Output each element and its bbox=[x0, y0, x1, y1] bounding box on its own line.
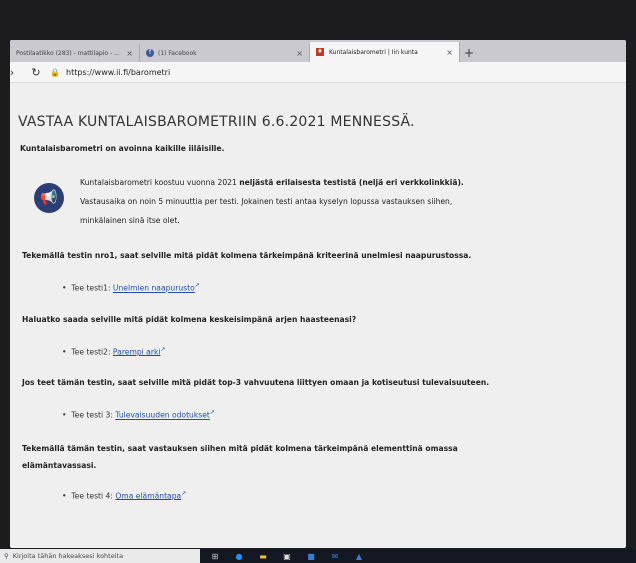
test1-prefix: Tee testi1: bbox=[71, 283, 113, 293]
app-icon[interactable]: ■ bbox=[302, 552, 320, 561]
external-link-icon: ↗ bbox=[160, 345, 166, 353]
search-placeholder: Kirjoita tähän hakeaksesi kohteita bbox=[12, 552, 124, 560]
test3-link[interactable]: Tulevaisuuden odotukset bbox=[115, 411, 210, 420]
info-box: 📢 Kuntalaisbarometri koostuu vuonna 2021… bbox=[18, 173, 603, 225]
question-3: Jos teet tämän testin, saat selville mit… bbox=[22, 378, 490, 388]
question-2: Haluatko saada selville mitä pidät kolme… bbox=[22, 314, 357, 324]
question-1: Tekemällä testin nro1, saat selville mit… bbox=[22, 251, 472, 260]
test2-link[interactable]: Parempi arki bbox=[113, 347, 161, 356]
test3-prefix: Tee testi 3: bbox=[71, 410, 116, 420]
megaphone-icon: 📢 bbox=[34, 183, 64, 213]
info-text: Kuntalaisbarometri koostuu vuonna 2021 n… bbox=[80, 173, 570, 230]
taskbar: ⚲ Kirjoita tähän hakeaksesi kohteita ⊞ ●… bbox=[0, 549, 636, 563]
list-item-test1: • Tee testi1: Unelmien naapurusto↗ bbox=[62, 282, 200, 293]
file-explorer-icon[interactable]: ▬ bbox=[254, 552, 272, 561]
taskbar-search-input[interactable]: ⚲ Kirjoita tähän hakeaksesi kohteita bbox=[0, 549, 200, 563]
test1-link[interactable]: Unelmien naapurusto bbox=[113, 284, 195, 293]
info-line1-prefix: Kuntalaisbarometri koostuu vuonna 2021 bbox=[80, 178, 240, 187]
external-link-icon: ↗ bbox=[194, 282, 200, 289]
intro-text: Kuntalaisbarometri on avoinna kaikille i… bbox=[20, 144, 225, 153]
info-line3: minkälainen sinä itse olet. bbox=[80, 216, 180, 225]
question-4-line1: Tekemällä tämän testin, saat vastauksen … bbox=[22, 443, 458, 453]
edge-icon[interactable]: ● bbox=[230, 552, 248, 561]
page-content: VASTAA KUNTALAISBAROMETRIIN 6.6.2021 MEN… bbox=[18, 52, 603, 500]
list-item-test2: • Tee testi2: Parempi arki↗ bbox=[62, 345, 166, 357]
search-icon: ⚲ bbox=[4, 552, 9, 560]
test4-link[interactable]: Oma elämäntapa bbox=[115, 491, 181, 500]
task-view-icon[interactable]: ⊞ bbox=[206, 552, 224, 561]
info-line2: Vastausaika on noin 5 minuuttia per test… bbox=[80, 197, 453, 206]
test4-prefix: Tee testi 4: bbox=[71, 491, 116, 501]
page-title: VASTAA KUNTALAISBAROMETRIIN 6.6.2021 MEN… bbox=[18, 114, 415, 130]
external-link-icon: ↗ bbox=[181, 489, 187, 497]
store-icon[interactable]: ▣ bbox=[278, 552, 296, 561]
test2-prefix: Tee testi2: bbox=[71, 347, 113, 357]
mail-icon[interactable]: ✉ bbox=[326, 552, 344, 561]
list-item-test4: • Tee testi 4: Oma elämäntapa↗ bbox=[62, 489, 187, 501]
photos-icon[interactable]: ▲ bbox=[350, 552, 368, 561]
list-item-test3: • Tee testi 3: Tulevaisuuden odotukset↗ bbox=[62, 409, 215, 420]
external-link-icon: ↗ bbox=[209, 409, 215, 417]
info-line1-bold: neljästä erilaisesta testistä (neljä eri… bbox=[239, 178, 464, 187]
question-4-line2: elämäntavassasi. bbox=[22, 460, 97, 470]
